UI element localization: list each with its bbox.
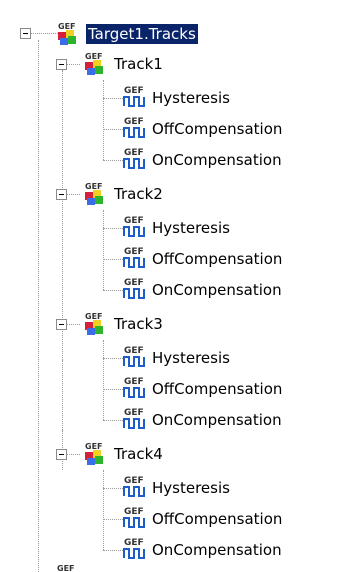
collapse-toggle[interactable]	[56, 59, 67, 70]
svg-text:GEF: GEF	[124, 476, 144, 486]
gef-track-icon: GEF	[85, 182, 103, 205]
collapse-toggle[interactable]	[56, 319, 67, 330]
svg-text:GEF: GEF	[124, 247, 144, 257]
tree-node-track[interactable]: GEF Track3	[0, 310, 344, 338]
tree-node-partial[interactable]: GEF	[0, 564, 344, 572]
param-label[interactable]: OffCompensation	[150, 249, 284, 269]
gef-waveform-icon: GEF	[123, 148, 145, 169]
gef-waveform-icon: GEF	[123, 216, 145, 237]
gef-track-icon: GEF	[85, 442, 103, 465]
gef-waveform-icon: GEF	[123, 346, 145, 367]
param-label[interactable]: Hysteresis	[150, 478, 232, 498]
svg-text:GEF: GEF	[124, 408, 144, 418]
collapse-toggle[interactable]	[56, 449, 67, 460]
tree-node-param[interactable]: GEF OnCompensation	[0, 406, 344, 434]
param-label[interactable]: OnCompensation	[150, 280, 284, 300]
collapse-toggle[interactable]	[20, 28, 31, 39]
tree-node-param[interactable]: GEF OffCompensation	[0, 505, 344, 533]
tree-node-param[interactable]: GEF OffCompensation	[0, 115, 344, 143]
gef-track-icon: GEF	[58, 22, 76, 45]
svg-text:GEF: GEF	[124, 377, 144, 387]
svg-text:GEF: GEF	[124, 216, 144, 226]
gef-waveform-icon: GEF	[123, 278, 145, 299]
svg-text:GEF: GEF	[85, 442, 103, 451]
svg-text:GEF: GEF	[85, 182, 103, 191]
tracks-tree-view[interactable]: GEF Target1.Tracks GEF Track1 GEF Hyster…	[0, 0, 344, 572]
tree-node-param[interactable]: GEF OffCompensation	[0, 245, 344, 273]
tree-node-param[interactable]: GEF OnCompensation	[0, 276, 344, 304]
svg-text:GEF: GEF	[124, 117, 144, 127]
gef-waveform-icon: GEF	[123, 117, 145, 138]
tree-node-param[interactable]: GEF Hysteresis	[0, 474, 344, 502]
gef-waveform-icon: GEF	[123, 476, 145, 497]
tree-node-track[interactable]: GEF Track1	[0, 50, 344, 78]
param-label[interactable]: Hysteresis	[150, 88, 232, 108]
param-label[interactable]: Hysteresis	[150, 218, 232, 238]
track-label[interactable]: Track1	[112, 54, 165, 74]
param-label[interactable]: OnCompensation	[150, 410, 284, 430]
gef-waveform-icon: GEF	[123, 86, 145, 107]
svg-text:GEF: GEF	[124, 346, 144, 356]
gef-waveform-icon: GEF	[123, 377, 145, 398]
root-label[interactable]: Target1.Tracks	[86, 24, 198, 44]
tree-node-param[interactable]: GEF Hysteresis	[0, 214, 344, 242]
param-label[interactable]: OffCompensation	[150, 509, 284, 529]
tree-node-track[interactable]: GEF Track2	[0, 180, 344, 208]
tree-node-track[interactable]: GEF Track4	[0, 440, 344, 468]
tree-node-param[interactable]: GEF OnCompensation	[0, 536, 344, 564]
tree-node-param[interactable]: GEF Hysteresis	[0, 84, 344, 112]
svg-text:GEF: GEF	[124, 148, 144, 158]
gef-waveform-icon: GEF	[123, 408, 145, 429]
tree-node-param[interactable]: GEF OffCompensation	[0, 375, 344, 403]
svg-text:GEF: GEF	[124, 507, 144, 517]
param-label[interactable]: OnCompensation	[150, 150, 284, 170]
param-label[interactable]: OnCompensation	[150, 540, 284, 560]
param-label[interactable]: OffCompensation	[150, 379, 284, 399]
gef-icon: GEF	[57, 564, 75, 572]
tree-node-param[interactable]: GEF Hysteresis	[0, 344, 344, 372]
svg-text:GEF: GEF	[124, 538, 144, 548]
track-label[interactable]: Track3	[112, 314, 165, 334]
gef-waveform-icon: GEF	[123, 507, 145, 528]
gef-track-icon: GEF	[85, 312, 103, 335]
svg-text:GEF: GEF	[85, 312, 103, 321]
svg-text:GEF: GEF	[57, 564, 75, 572]
track-label[interactable]: Track4	[112, 444, 165, 464]
gef-waveform-icon: GEF	[123, 247, 145, 268]
svg-text:GEF: GEF	[58, 22, 76, 31]
svg-text:GEF: GEF	[124, 86, 144, 96]
collapse-toggle[interactable]	[56, 189, 67, 200]
svg-text:GEF: GEF	[85, 52, 103, 61]
param-label[interactable]: Hysteresis	[150, 348, 232, 368]
track-label[interactable]: Track2	[112, 184, 165, 204]
gef-track-icon: GEF	[85, 52, 103, 75]
param-label[interactable]: OffCompensation	[150, 119, 284, 139]
svg-text:GEF: GEF	[124, 278, 144, 288]
tree-node-root[interactable]: GEF Target1.Tracks	[0, 20, 344, 48]
gef-waveform-icon: GEF	[123, 538, 145, 559]
tree-node-param[interactable]: GEF OnCompensation	[0, 146, 344, 174]
